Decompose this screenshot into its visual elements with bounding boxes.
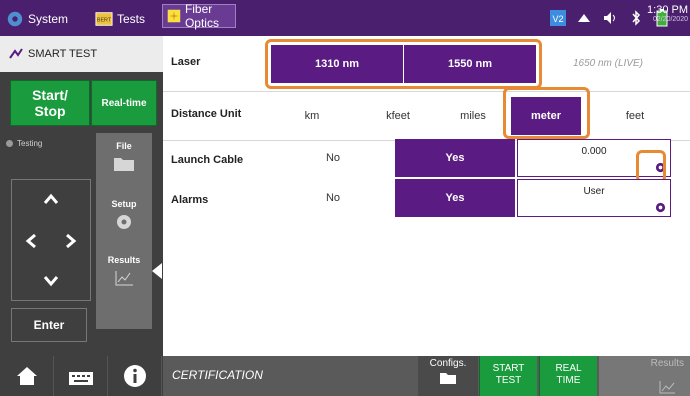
results-label: Results — [650, 358, 684, 369]
start-test-line2: TEST — [495, 375, 522, 386]
chevron-right-icon — [66, 233, 77, 249]
active-tab-pointer — [152, 263, 162, 279]
real-time-button[interactable]: REAL TIME — [539, 356, 597, 396]
gear-icon[interactable] — [655, 202, 666, 213]
alarms-label: Alarms — [171, 194, 209, 206]
results-button[interactable]: Results — [599, 356, 690, 396]
app-window: System BERT Tests Fiber Optics V2 1:30 P… — [0, 0, 690, 396]
keyboard-button[interactable] — [54, 356, 108, 396]
distance-unit-label: Distance Unit — [171, 108, 242, 120]
launch-cable-value: 0.000 — [581, 146, 607, 157]
tab-results-label: Results — [107, 255, 141, 265]
home-button[interactable] — [0, 356, 54, 396]
system-label: System — [28, 12, 69, 26]
fiber-burst-icon — [167, 9, 181, 23]
row-divider — [163, 91, 690, 92]
realtime-label: Real-time — [101, 97, 147, 109]
smart-test-header: SMART TEST — [0, 36, 163, 72]
alarms-row: Alarms No Yes User — [163, 179, 690, 225]
bottom-bar: CERTIFICATION Configs. START TEST REAL T… — [163, 356, 690, 396]
laser-1650-option[interactable]: 1650 nm (LIVE) — [537, 45, 679, 83]
laser-row: Laser 1310 nm 1550 nm 1650 nm (LIVE) — [163, 39, 690, 89]
chevron-down-icon — [43, 276, 59, 287]
left-panel: SMART TEST Start/ Stop Real-time Testing… — [0, 36, 163, 396]
real-time-line1: REAL — [555, 363, 582, 374]
bottom-icon-bar — [0, 356, 163, 396]
testing-status: Testing — [6, 139, 42, 148]
down-arrow-button[interactable] — [34, 266, 68, 296]
smart-test-icon — [9, 48, 23, 59]
clock-time: 1:30 PM — [647, 4, 688, 16]
svg-text:BERT: BERT — [97, 18, 112, 24]
launch-cable-yes-option[interactable]: Yes — [395, 139, 515, 177]
real-time-line2: TIME — [556, 375, 581, 386]
alarms-value: User — [583, 186, 605, 197]
bert-icon: BERT — [95, 12, 113, 26]
enter-button[interactable]: Enter — [11, 308, 87, 342]
start-stop-line1: Start/ — [32, 87, 68, 103]
unit-km-option[interactable]: km — [293, 97, 331, 135]
chart-icon — [115, 271, 133, 286]
configs-label: Configs. — [429, 358, 467, 369]
tab-results[interactable]: Results — [96, 255, 152, 287]
alarms-yes-option[interactable]: Yes — [395, 179, 515, 217]
alarms-no-option[interactable]: No — [313, 179, 353, 217]
alarms-value-field[interactable]: User — [517, 179, 671, 217]
info-button[interactable] — [108, 356, 162, 396]
home-icon — [16, 367, 37, 385]
tab-setup-label: Setup — [111, 199, 137, 209]
configs-button[interactable]: Configs. — [418, 356, 478, 396]
start-test-button[interactable]: START TEST — [479, 356, 537, 396]
tab-file[interactable]: File — [96, 141, 152, 173]
vnc-icon[interactable]: V2 — [548, 8, 568, 28]
direction-pad — [11, 179, 91, 301]
clock: 1:30 PM 02/20/2020 — [640, 4, 688, 23]
folder-icon — [114, 158, 134, 171]
start-stop-button[interactable]: Start/ Stop — [10, 80, 90, 126]
unit-miles-option[interactable]: miles — [449, 97, 497, 135]
speaker-icon[interactable] — [600, 8, 620, 28]
enter-label: Enter — [33, 318, 65, 332]
left-arrow-button[interactable] — [14, 226, 48, 256]
realtime-button[interactable]: Real-time — [91, 80, 157, 126]
chevron-left-icon — [25, 233, 36, 249]
folder-icon — [440, 373, 456, 384]
status-dot-icon — [6, 140, 13, 147]
chart-icon — [659, 381, 675, 394]
distance-unit-row: Distance Unit km kfeet miles meter feet — [163, 87, 690, 139]
chevron-up-icon — [43, 193, 59, 204]
launch-cable-no-option[interactable]: No — [313, 139, 353, 177]
tests-button[interactable]: BERT Tests — [95, 7, 155, 31]
laser-highlight — [265, 39, 542, 89]
gear-icon — [117, 215, 131, 229]
start-stop-line2: Stop — [34, 103, 66, 119]
meter-highlight — [503, 87, 590, 139]
start-test-line1: START — [492, 363, 525, 374]
launch-cable-label: Launch Cable — [171, 154, 244, 166]
wifi-icon[interactable] — [574, 8, 594, 28]
up-arrow-button[interactable] — [34, 184, 68, 214]
keyboard-icon — [68, 372, 93, 385]
tests-label: Tests — [117, 12, 146, 26]
fiber-optics-label: Fiber Optics — [184, 2, 219, 30]
svg-text:V2: V2 — [552, 14, 563, 24]
laser-label: Laser — [171, 56, 201, 68]
tab-setup[interactable]: Setup — [96, 199, 152, 231]
top-bar: System BERT Tests Fiber Optics V2 1:30 P… — [0, 0, 690, 36]
settings-panel: Laser 1310 nm 1550 nm 1650 nm (LIVE) Dis… — [163, 36, 690, 356]
fiber-optics-tab[interactable]: Fiber Optics — [162, 2, 236, 30]
info-icon — [123, 365, 146, 387]
certification-label: CERTIFICATION — [172, 368, 263, 382]
smart-test-title: SMART TEST — [28, 48, 98, 60]
unit-kfeet-option[interactable]: kfeet — [373, 97, 423, 135]
nav-tabs: File Setup Results — [96, 133, 152, 329]
right-arrow-button[interactable] — [54, 226, 88, 256]
unit-feet-option[interactable]: feet — [613, 97, 657, 135]
gear-icon — [7, 11, 23, 27]
testing-label: Testing — [17, 139, 43, 148]
system-button[interactable]: System — [6, 7, 86, 31]
tab-file-label: File — [116, 141, 132, 151]
clock-date: 02/20/2020 — [652, 16, 688, 23]
